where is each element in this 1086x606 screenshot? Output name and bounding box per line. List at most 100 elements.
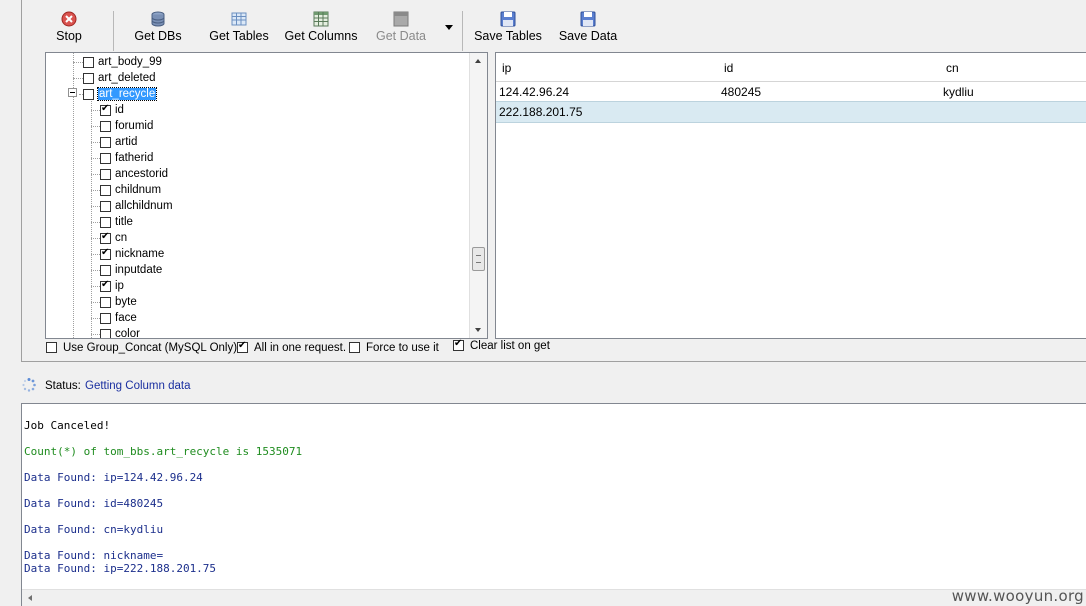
all-in-one-option[interactable]: All in one request. (237, 340, 346, 355)
get-columns-button[interactable]: Get Columns (282, 5, 360, 47)
tree-item-column[interactable]: nickname (100, 246, 164, 262)
tree-item-column[interactable]: inputdate (100, 262, 162, 278)
column-checkbox[interactable] (100, 279, 111, 292)
tree-item-table[interactable]: art_deleted (83, 70, 156, 86)
log-output[interactable]: Job Canceled! Count(*) of tom_bbs.art_re… (21, 403, 1086, 606)
tree-item-label: fatherid (115, 152, 154, 164)
scroll-thumb[interactable] (472, 247, 485, 271)
column-checkbox[interactable] (100, 264, 111, 276)
chevron-down-icon[interactable] (445, 25, 453, 30)
stop-label: Stop (56, 29, 82, 43)
column-checkbox[interactable] (100, 247, 111, 260)
tree-scrollbar[interactable] (469, 53, 487, 338)
tree-connector (91, 174, 100, 175)
column-header-ip[interactable]: ip (502, 61, 511, 75)
tree-connector (73, 62, 83, 63)
column-checkbox[interactable] (100, 328, 111, 338)
column-checkbox[interactable] (100, 216, 111, 228)
tree-item-column[interactable]: id (100, 102, 124, 118)
scroll-down-icon[interactable] (475, 328, 481, 332)
column-checkbox[interactable] (100, 231, 111, 244)
tree-item-label: color (115, 328, 140, 339)
clear-list-checkbox[interactable] (453, 338, 464, 352)
column-checkbox[interactable] (100, 312, 111, 324)
tree-item-label: art_body_99 (98, 56, 162, 68)
tree-item-label: art_deleted (98, 72, 156, 84)
status-label: Status: (45, 380, 81, 392)
grid-cell: 222.188.201.75 (499, 105, 583, 119)
column-checkbox[interactable] (100, 103, 111, 116)
table-row-selected[interactable]: 222.188.201.75 (496, 101, 1086, 123)
tree-connector (73, 78, 83, 79)
grid-cell: 480245 (721, 85, 762, 99)
loading-spinner-icon (22, 378, 36, 392)
force-label: Force to use it (366, 342, 439, 354)
tree-item-label: id (115, 104, 124, 116)
column-header-id[interactable]: id (724, 61, 733, 75)
column-checkbox[interactable] (100, 120, 111, 132)
table-checkbox[interactable] (83, 88, 94, 100)
schema-tree[interactable]: art_body_99 art_deleted art_recycle id fo… (45, 52, 488, 339)
log-line: Data Found: cn=kydliu (24, 523, 164, 536)
tree-item-column[interactable]: artid (100, 134, 137, 150)
tree-connector (91, 254, 100, 255)
force-option[interactable]: Force to use it (349, 341, 439, 355)
scroll-left-icon[interactable] (28, 595, 32, 601)
tree-item-label: childnum (115, 184, 162, 196)
group-concat-checkbox[interactable] (46, 342, 57, 354)
tree-item-column[interactable]: cn (100, 230, 127, 246)
stop-icon (61, 11, 77, 27)
tree-item-column[interactable]: fatherid (100, 150, 153, 166)
tree-item-table[interactable]: art_body_99 (83, 54, 162, 70)
stop-button[interactable]: Stop (44, 5, 94, 47)
tree-connector (91, 238, 100, 239)
all-in-one-checkbox[interactable] (237, 340, 248, 354)
save-data-button[interactable]: Save Data (558, 5, 618, 47)
database-icon (151, 11, 165, 27)
column-checkbox[interactable] (100, 168, 111, 180)
save-tables-button[interactable]: Save Tables (472, 5, 544, 47)
tree-item-column[interactable]: ip (100, 278, 124, 294)
table-row[interactable]: 124.42.96.24 480245 kydliu (496, 82, 1086, 102)
tree-item-column[interactable]: color (100, 326, 140, 339)
tree-item-column[interactable]: ancestorid (100, 166, 168, 182)
get-data-button[interactable]: Get Data (370, 5, 432, 47)
column-checkbox[interactable] (100, 184, 111, 196)
tree-connector (91, 318, 100, 319)
tree-item-column[interactable]: allchildnum (100, 198, 173, 214)
table-checkbox[interactable] (83, 56, 94, 68)
group-concat-label: Use Group_Concat (MySQL Only) (63, 342, 238, 354)
column-checkbox[interactable] (100, 152, 111, 164)
get-tables-button[interactable]: Get Tables (204, 5, 274, 47)
tree-connector (91, 190, 100, 191)
clear-list-option[interactable]: Clear list on get (453, 338, 550, 353)
group-concat-option[interactable]: Use Group_Concat (MySQL Only) (46, 341, 237, 355)
column-checkbox[interactable] (100, 136, 111, 148)
tree-connector (91, 158, 100, 159)
get-dbs-button[interactable]: Get DBs (130, 5, 186, 47)
scroll-up-icon[interactable] (475, 59, 481, 63)
save-icon (500, 11, 516, 27)
tree-item-column[interactable]: byte (100, 294, 137, 310)
tree-item-table-selected[interactable]: art_recycle (83, 86, 158, 102)
get-tables-label: Get Tables (209, 29, 269, 43)
column-checkbox[interactable] (100, 200, 111, 212)
column-checkbox[interactable] (100, 296, 111, 308)
table-checkbox[interactable] (83, 72, 94, 84)
tree-connector (91, 222, 100, 223)
log-line: Count(*) of tom_bbs.art_recycle is 15350… (24, 445, 303, 458)
grid-header: ip id cn (496, 53, 1086, 82)
get-dbs-label: Get DBs (134, 29, 182, 43)
collapse-icon[interactable] (68, 88, 77, 97)
tree-item-label: artid (115, 136, 138, 148)
tree-item-column[interactable]: face (100, 310, 137, 326)
tree-item-label: cn (115, 232, 128, 244)
tree-item-column[interactable]: title (100, 214, 133, 230)
data-grid[interactable]: ip id cn 124.42.96.24 480245 kydliu 222.… (495, 52, 1086, 339)
force-checkbox[interactable] (349, 342, 360, 354)
tree-item-column[interactable]: childnum (100, 182, 161, 198)
tree-item-column[interactable]: forumid (100, 118, 153, 134)
log-horizontal-scrollbar[interactable] (22, 589, 1086, 606)
column-header-cn[interactable]: cn (946, 61, 959, 75)
watermark: www.wooyun.org (951, 587, 1084, 605)
